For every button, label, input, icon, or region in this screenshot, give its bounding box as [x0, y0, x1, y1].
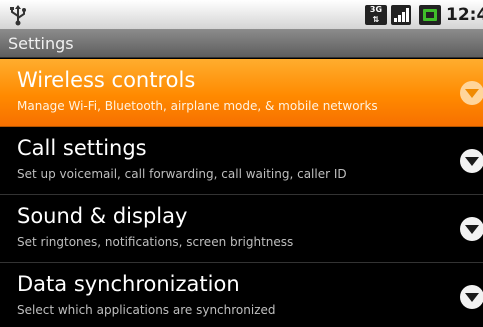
3g-icon: 3G ⇅: [365, 5, 387, 25]
network-type-label: 3G: [369, 5, 383, 14]
item-summary: Set up voicemail, call forwarding, call …: [17, 167, 347, 181]
signal-icon: [391, 5, 411, 25]
settings-item-data-synchronization[interactable]: Data synchronization Select which applic…: [0, 263, 483, 327]
settings-list: Wireless controls Manage Wi-Fi, Bluetoot…: [0, 59, 483, 327]
item-title: Call settings: [17, 136, 147, 160]
item-summary: Select which applications are synchroniz…: [17, 303, 276, 317]
title-bar: Settings: [0, 30, 483, 58]
chevron-down-icon: [460, 217, 483, 241]
usb-icon: [10, 5, 26, 26]
page-title: Settings: [8, 34, 74, 53]
settings-item-sound-display[interactable]: Sound & display Set ringtones, notificat…: [0, 195, 483, 263]
chevron-down-icon: [460, 149, 483, 173]
settings-item-wireless-controls[interactable]: Wireless controls Manage Wi-Fi, Bluetoot…: [0, 59, 483, 127]
item-title: Data synchronization: [17, 272, 240, 296]
item-summary: Manage Wi-Fi, Bluetooth, airplane mode, …: [17, 99, 378, 113]
item-title: Wireless controls: [17, 68, 196, 92]
battery-icon: [419, 5, 441, 25]
item-title: Sound & display: [17, 204, 188, 228]
status-clock: 12:4: [446, 5, 483, 25]
chevron-down-icon: [460, 285, 483, 309]
chevron-down-icon: [460, 81, 483, 105]
status-bar: 3G ⇅ 12:4: [0, 0, 483, 30]
item-summary: Set ringtones, notifications, screen bri…: [17, 235, 294, 249]
settings-item-call-settings[interactable]: Call settings Set up voicemail, call for…: [0, 127, 483, 195]
